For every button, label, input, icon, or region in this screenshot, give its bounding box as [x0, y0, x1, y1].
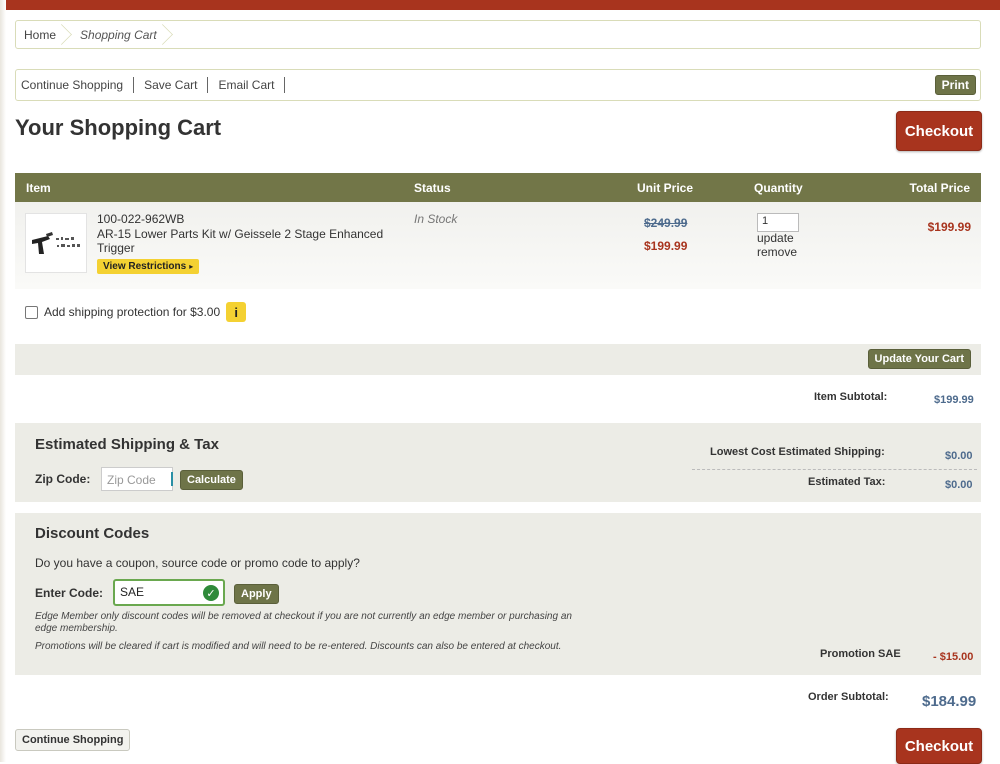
order-subtotal-value: $184.99 [922, 693, 977, 710]
shipping-section-title: Estimated Shipping & Tax [35, 436, 219, 453]
shipping-estimate-label: Lowest Cost Estimated Shipping: [710, 446, 885, 458]
text-cursor-icon [171, 472, 173, 486]
estimated-tax-label: Estimated Tax: [808, 476, 886, 488]
quantity-input[interactable]: 1 [757, 213, 799, 232]
estimated-tax-value: $0.00 [945, 479, 973, 491]
continue-shopping-link[interactable]: Continue Shopping [16, 77, 135, 93]
product-sku: 100-022-962WB [97, 212, 185, 226]
view-restrictions-button[interactable]: View Restrictions ▸ [97, 259, 200, 274]
zip-code-label: Zip Code: [35, 472, 91, 486]
breadcrumb: Home Shopping Cart [15, 20, 981, 49]
shipping-protection: Add shipping protection for $3.00 i [25, 302, 247, 322]
page-title: Your Shopping Cart [15, 115, 222, 140]
discount-question: Do you have a coupon, source code or pro… [35, 556, 360, 570]
save-cart-link[interactable]: Save Cart [134, 77, 209, 93]
shipping-estimate-value: $0.00 [945, 450, 973, 462]
discount-section-title: Discount Codes [35, 525, 150, 542]
dashed-divider [692, 469, 977, 470]
item-subtotal-label: Item Subtotal: [814, 391, 888, 403]
header-total-price: Total Price [909, 181, 970, 195]
zip-code-input[interactable]: Zip Code [101, 467, 173, 491]
email-cart-link[interactable]: Email Cart [208, 77, 286, 93]
enter-code-label: Enter Code: [35, 586, 104, 600]
header-status: Status [414, 181, 451, 195]
product-name-link[interactable]: AR-15 Lower Parts Kit w/ Geissele 2 Stag… [97, 227, 407, 255]
apply-code-button[interactable]: Apply [234, 584, 279, 604]
print-button[interactable]: Print [934, 75, 976, 95]
cart-item-row: 100-022-962WB AR-15 Lower Parts Kit w/ G… [15, 202, 981, 289]
line-total-price: $199.99 [927, 220, 971, 234]
continue-shopping-button[interactable]: Continue Shopping [15, 729, 131, 751]
product-thumbnail[interactable] [25, 213, 87, 273]
shipping-protection-checkbox[interactable] [25, 305, 38, 319]
calculate-button[interactable]: Calculate [180, 470, 243, 490]
top-banner-strip [0, 0, 1000, 10]
promotion-label: Promotion SAE [820, 648, 901, 660]
header-quantity: Quantity [754, 181, 803, 195]
item-subtotal-value: $199.99 [934, 394, 974, 406]
header-item: Item [26, 181, 51, 195]
update-cart-bar: Update Your Cart [15, 344, 981, 375]
update-cart-button[interactable]: Update Your Cart [867, 349, 971, 369]
checkout-button-top[interactable]: Checkout [896, 111, 982, 151]
remove-item-link[interactable]: remove [757, 245, 797, 259]
promotion-value: - $15.00 [933, 651, 974, 663]
breadcrumb-home-link[interactable]: Home [16, 21, 66, 48]
info-icon[interactable]: i [226, 302, 247, 322]
breadcrumb-current: Shopping Cart [66, 21, 167, 48]
stock-status: In Stock [414, 212, 458, 226]
cart-table-header: Item Status Unit Price Quantity Total Pr… [15, 173, 981, 202]
order-subtotal-label: Order Subtotal: [808, 691, 889, 703]
discount-codes-section: Discount Codes Do you have a coupon, sou… [15, 513, 981, 675]
checkout-button-bottom[interactable]: Checkout [896, 728, 982, 764]
page-edge-shadow [0, 0, 6, 762]
shipping-tax-section: Estimated Shipping & Tax Zip Code: Zip C… [15, 423, 981, 502]
view-restrictions-label: View Restrictions [103, 261, 187, 272]
caret-right-icon: ▸ [189, 262, 194, 271]
original-price: $249.99 [644, 216, 688, 230]
check-circle-icon: ✓ [203, 585, 219, 601]
update-quantity-link[interactable]: update [757, 231, 794, 245]
shipping-protection-label[interactable]: Add shipping protection for $3.00 [44, 305, 220, 319]
header-unit-price: Unit Price [637, 181, 694, 195]
edge-member-note: Edge Member only discount codes will be … [35, 611, 572, 634]
promotion-note: Promotions will be cleared if cart is mo… [35, 641, 562, 652]
cart-toolbar: Continue Shopping Save Cart Email Cart P… [15, 69, 981, 101]
sale-price: $199.99 [644, 239, 688, 253]
